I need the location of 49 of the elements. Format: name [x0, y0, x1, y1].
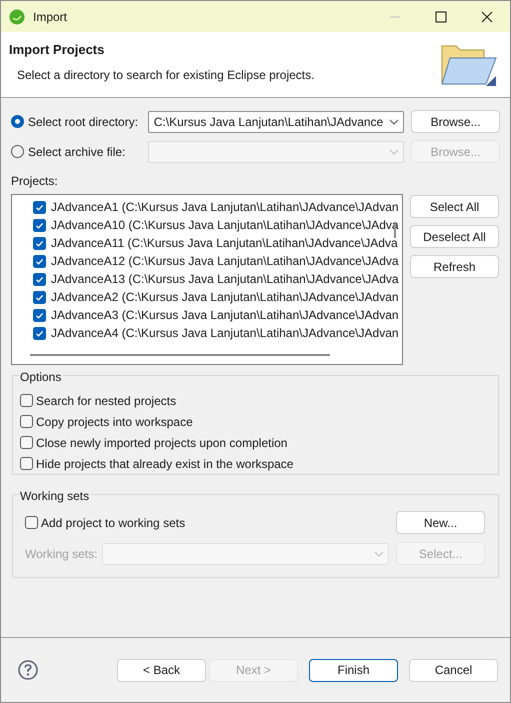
list-action-button[interactable]: Deselect All	[410, 225, 499, 248]
dropdown-icon	[374, 550, 384, 556]
checkbox[interactable]	[33, 254, 46, 268]
checkbox[interactable]	[20, 394, 33, 407]
project-item[interactable]: JAdvanceA11 (C:\Kursus Java Lanjutan\Latihan\JAdvance\JAdva	[51, 234, 398, 252]
window-title: Import	[33, 8, 68, 26]
wizard-button[interactable]: Finish	[309, 658, 398, 682]
option-label: Search for nested projects	[36, 392, 176, 410]
project-item[interactable]: JAdvanceA10 (C:\Kursus Java Lanjutan\Latihan\JAdvance\JAdva	[51, 216, 399, 234]
list-action-button[interactable]: Refresh	[410, 255, 499, 278]
path-value: C:\Kursus Java Lanjutan\Latihan\JAdvance	[154, 114, 384, 130]
checkbox[interactable]	[33, 326, 46, 340]
help-icon[interactable]	[18, 660, 38, 680]
project-item[interactable]: JAdvanceA4 (C:\Kursus Java Lanjutan\Latihan\JAdvance\JAdvan	[51, 324, 399, 342]
path-combo[interactable]: C:\Kursus Java Lanjutan\Latihan\JAdvance	[148, 110, 404, 132]
option-label: Copy projects into workspace	[36, 414, 193, 430]
project-item[interactable]: JAdvanceA12 (C:\Kursus Java Lanjutan\Latihan\JAdvance\JAdva	[51, 252, 399, 270]
eclipse-logo-icon	[9, 8, 25, 24]
checkbox[interactable]	[20, 457, 33, 470]
wizard-button[interactable]: Cancel	[409, 658, 498, 682]
wizard-button[interactable]: < Back	[117, 658, 206, 682]
checkbox[interactable]	[20, 415, 33, 428]
project-item[interactable]: JAdvanceA2 (C:\Kursus Java Lanjutan\Latihan\JAdvance\JAdvan	[51, 288, 399, 306]
vertical-scrollbar-thumb[interactable]	[394, 222, 396, 238]
dropdown-icon	[389, 118, 400, 124]
checkbox[interactable]	[33, 272, 46, 286]
page-title: Import Projects	[9, 41, 106, 59]
checkbox[interactable]	[33, 236, 46, 250]
checkbox[interactable]	[33, 218, 46, 232]
option-label: Add project to working sets	[41, 514, 186, 532]
project-item[interactable]: JAdvanceA1 (C:\Kursus Java Lanjutan\Latihan\JAdvance\JAdvan	[51, 198, 399, 216]
working-sets-label: Working sets:	[25, 546, 98, 562]
projects-label: Projects:	[11, 173, 59, 190]
checkbox[interactable]	[33, 200, 46, 214]
list-action-button[interactable]: Select All	[410, 195, 499, 218]
horizontal-scrollbar-thumb[interactable]	[30, 354, 330, 356]
radio-button[interactable]	[11, 115, 24, 128]
page-description: Select a directory to search for existing Eclipse projects.	[17, 66, 316, 84]
radio-label: Select root directory:	[28, 114, 140, 130]
option-label: Close newly imported projects upon completion	[36, 434, 288, 452]
checkbox[interactable]	[20, 436, 33, 449]
dropdown-icon	[389, 148, 400, 154]
radio-label: Select archive file:	[28, 144, 126, 160]
browse-button[interactable]: Browse...	[411, 110, 500, 133]
option-label: Hide projects that already exist in the workspace	[36, 456, 294, 472]
project-item[interactable]: JAdvanceA13 (C:\Kursus Java Lanjutan\Latihan\JAdvance\JAdva	[51, 270, 399, 288]
checkbox[interactable]	[33, 290, 46, 304]
project-item[interactable]: JAdvanceA3 (C:\Kursus Java Lanjutan\Latihan\JAdvance\JAdvan	[51, 306, 399, 324]
checkbox[interactable]	[33, 308, 46, 322]
